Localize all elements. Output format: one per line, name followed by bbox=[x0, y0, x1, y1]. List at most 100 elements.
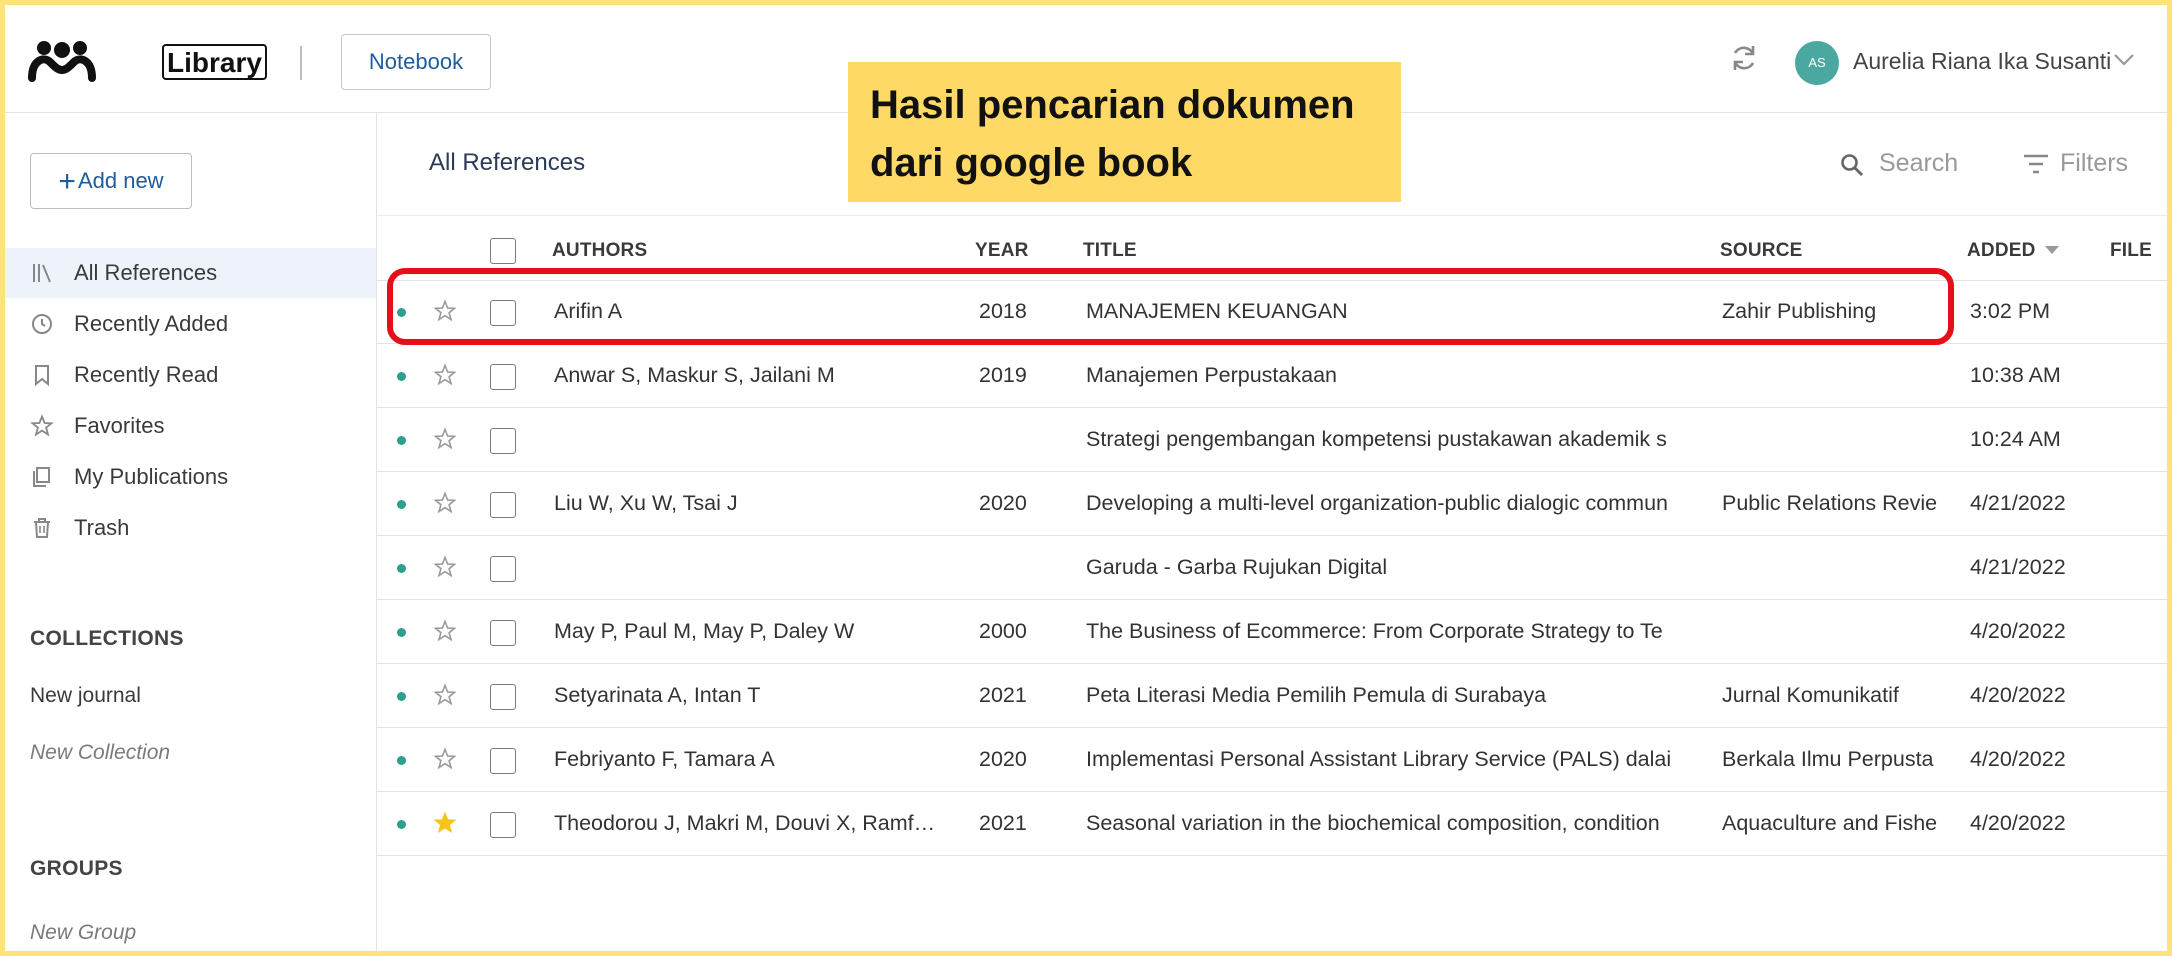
add-new-button[interactable]: +Add new bbox=[30, 153, 192, 209]
column-header-added[interactable]: ADDED bbox=[1967, 240, 2036, 262]
row-checkbox[interactable] bbox=[490, 556, 516, 582]
cell-added: 4/21/2022 bbox=[1970, 491, 2066, 515]
column-header-authors[interactable]: AUTHORS bbox=[552, 240, 647, 262]
table-row[interactable]: Setyarinata A, Intan T 2021 Peta Literasi … bbox=[377, 663, 2172, 728]
filter-icon bbox=[2024, 154, 2048, 174]
cell-authors: May P, Paul M, May P, Daley W bbox=[554, 619, 855, 643]
sidebar-item-my-publications[interactable]: My Publications bbox=[0, 452, 376, 502]
new-collection-link[interactable]: New Collection bbox=[30, 741, 170, 765]
new-group-link[interactable]: New Group bbox=[30, 921, 136, 945]
cell-added: 4/20/2022 bbox=[1970, 619, 2066, 643]
cell-title: Manajemen Perpustakaan bbox=[1086, 363, 1337, 387]
collections-heading: COLLECTIONS bbox=[30, 627, 184, 650]
cell-authors: Setyarinata A, Intan T bbox=[554, 683, 761, 707]
row-checkbox[interactable] bbox=[490, 684, 516, 710]
cell-authors: Theodorou J, Makri M, Douvi X, Ramf… bbox=[554, 811, 936, 835]
callout-line-2: dari google book bbox=[870, 141, 1193, 185]
column-header-file[interactable]: FILE bbox=[2110, 240, 2152, 262]
page-title: All References bbox=[429, 149, 586, 176]
mendeley-logo-icon[interactable] bbox=[28, 40, 96, 82]
row-checkbox[interactable] bbox=[490, 620, 516, 646]
cell-title: Garuda - Garba Rujukan Digital bbox=[1086, 555, 1388, 579]
read-status-dot bbox=[397, 692, 406, 701]
read-status-dot bbox=[397, 308, 406, 317]
cell-year: 2020 bbox=[979, 491, 1027, 515]
star-icon[interactable] bbox=[433, 619, 457, 643]
table-row[interactable]: Arifin A 2018 MANAJEMEN KEUANGAN Zahir Publ… bbox=[377, 279, 2172, 344]
cell-added: 10:38 AM bbox=[1970, 363, 2061, 387]
table-row[interactable]: May P, Paul M, May P, Daley W 2000 The Bus… bbox=[377, 599, 2172, 664]
sidebar-item-recently-read[interactable]: Recently Read bbox=[0, 350, 376, 400]
sidebar-item-all-references[interactable]: All References bbox=[0, 248, 376, 298]
cell-added: 3:02 PM bbox=[1970, 299, 2051, 323]
cell-title: Peta Literasi Media Pemilih Pemula di Su… bbox=[1086, 683, 1547, 707]
row-checkbox[interactable] bbox=[490, 364, 516, 390]
read-status-dot bbox=[397, 436, 406, 445]
cell-title: Implementasi Personal Assistant Library … bbox=[1086, 747, 1672, 771]
column-header-year[interactable]: YEAR bbox=[975, 240, 1029, 262]
star-icon[interactable] bbox=[433, 491, 457, 515]
sync-icon[interactable] bbox=[1728, 42, 1760, 74]
read-status-dot bbox=[397, 372, 406, 381]
publications-icon bbox=[33, 467, 50, 487]
row-checkbox[interactable] bbox=[490, 812, 516, 838]
cell-year: 2000 bbox=[979, 619, 1027, 643]
clock-icon bbox=[32, 314, 52, 334]
sidebar-item-label: Favorites bbox=[74, 413, 165, 438]
cell-added: 4/20/2022 bbox=[1970, 683, 2066, 707]
table-row[interactable]: Garuda - Garba Rujukan Digital 4/21/2022 bbox=[377, 535, 2172, 600]
main-panel: All References Search Filters AUTHORS YE… bbox=[377, 113, 2172, 956]
library-icon bbox=[33, 264, 51, 283]
read-status-dot bbox=[397, 756, 406, 765]
add-new-label: Add new bbox=[77, 168, 164, 193]
table-row[interactable]: Strategi pengembangan kompetensi pustaka… bbox=[377, 407, 2172, 472]
star-icon[interactable] bbox=[433, 299, 457, 323]
table-row[interactable]: Febriyanto F, Tamara A 2020 Implementasi P… bbox=[377, 727, 2172, 792]
star-icon[interactable] bbox=[433, 427, 457, 451]
cell-year: 2021 bbox=[979, 811, 1027, 835]
plus-icon: + bbox=[58, 165, 76, 198]
sidebar-item-recently-added[interactable]: Recently Added bbox=[0, 299, 376, 349]
table-row[interactable]: Theodorou J, Makri M, Douvi X, Ramf… 2021… bbox=[377, 791, 2172, 856]
cell-source: Aquaculture and Fishe bbox=[1722, 811, 1938, 835]
star-icon[interactable] bbox=[433, 683, 457, 707]
star-filled-icon[interactable] bbox=[433, 811, 457, 835]
cell-year: 2019 bbox=[979, 363, 1027, 387]
collection-item[interactable]: New journal bbox=[30, 684, 141, 708]
user-name[interactable]: Aurelia Riana Ika Susanti bbox=[1853, 48, 2111, 75]
table-row[interactable]: Anwar S, Maskur S, Jailani M 2019 Manajeme… bbox=[377, 343, 2172, 408]
cell-source: Jurnal Komunikatif bbox=[1722, 683, 1899, 707]
row-checkbox[interactable] bbox=[490, 492, 516, 518]
callout-line-1: Hasil pencarian dokumen bbox=[870, 83, 1355, 127]
cell-year: 2021 bbox=[979, 683, 1027, 707]
table-row[interactable]: Liu W, Xu W, Tsai J 2020 Developing a mult… bbox=[377, 471, 2172, 536]
table-header: AUTHORS YEAR TITLE SOURCE ADDED FILE bbox=[377, 215, 2172, 281]
star-icon[interactable] bbox=[433, 555, 457, 579]
sidebar-item-label: My Publications bbox=[74, 464, 229, 489]
row-checkbox[interactable] bbox=[490, 748, 516, 774]
column-header-title[interactable]: TITLE bbox=[1083, 240, 1137, 262]
divider bbox=[300, 46, 302, 80]
notebook-button[interactable]: Notebook bbox=[341, 34, 491, 90]
select-all-checkbox[interactable] bbox=[490, 238, 516, 264]
star-icon bbox=[30, 414, 54, 437]
library-tab[interactable]: Library bbox=[162, 44, 267, 80]
cell-source: Berkala Ilmu Perpusta bbox=[1722, 747, 1934, 771]
cell-title: Developing a multi-level organization-pu… bbox=[1086, 491, 1668, 515]
star-icon[interactable] bbox=[433, 747, 457, 771]
read-status-dot bbox=[397, 564, 406, 573]
sidebar-item-favorites[interactable]: Favorites bbox=[0, 401, 376, 451]
sidebar-item-trash[interactable]: Trash bbox=[0, 503, 376, 553]
row-checkbox[interactable] bbox=[490, 300, 516, 326]
cell-added: 4/20/2022 bbox=[1970, 811, 2066, 835]
sort-desc-icon[interactable] bbox=[2045, 246, 2059, 254]
star-icon[interactable] bbox=[433, 363, 457, 387]
row-checkbox[interactable] bbox=[490, 428, 516, 454]
avatar[interactable]: AS bbox=[1795, 41, 1839, 85]
chevron-down-icon[interactable] bbox=[2112, 50, 2136, 68]
read-status-dot bbox=[397, 820, 406, 829]
column-header-source[interactable]: SOURCE bbox=[1720, 240, 1803, 262]
trash-icon bbox=[34, 518, 50, 538]
cell-authors: Anwar S, Maskur S, Jailani M bbox=[554, 363, 835, 387]
filters-label: Filters bbox=[2060, 149, 2129, 177]
